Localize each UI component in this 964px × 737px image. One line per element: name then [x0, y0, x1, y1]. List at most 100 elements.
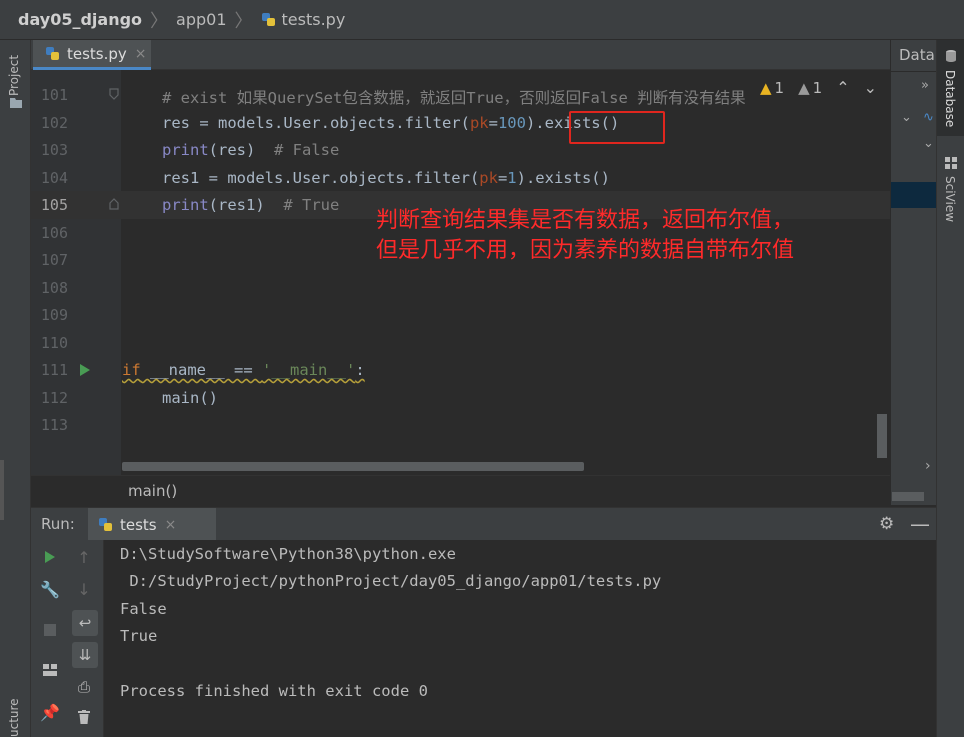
breadcrumb-project[interactable]: day05_django: [18, 10, 142, 29]
run-gutter-icon[interactable]: [78, 363, 92, 377]
soft-wrap-icon[interactable]: ↩: [72, 610, 98, 636]
run-label: Run:: [41, 515, 75, 533]
code-line-102: res = models.User.objects.filter(pk=100)…: [162, 114, 619, 132]
wrench-icon[interactable]: 🔧: [40, 580, 60, 599]
python-file-icon: [45, 46, 61, 62]
code-text: (res1): [208, 196, 284, 214]
line-number: 103: [40, 141, 68, 159]
line-number: 105: [40, 196, 68, 214]
print-icon[interactable]: ⎙: [75, 678, 93, 696]
number-literal: 100: [497, 114, 526, 132]
run-toolbar: ↑ 🔧 ↓ ↩ ⇊ ⎙ 📌: [31, 540, 104, 737]
code-breadcrumb: main(): [31, 475, 890, 505]
code-line-103: print(res) # False: [162, 141, 339, 159]
line-number: 109: [40, 306, 68, 324]
console-output[interactable]: D:\StudySoftware\Python38\python.exe D:/…: [104, 540, 936, 737]
code-line-111: if __name__ == '__main__':: [122, 361, 365, 379]
fold-marker-icon[interactable]: [108, 197, 120, 211]
layout-icon[interactable]: [41, 661, 59, 679]
sciview-icon: [944, 156, 958, 170]
database-icon: [944, 48, 958, 64]
line-number: 111: [40, 361, 68, 379]
comment-exist: # exist 如果QuerySet包含数据，就返回True，否则返回False…: [162, 89, 746, 107]
fold-marker-icon[interactable]: [108, 87, 120, 101]
line-number: 110: [40, 334, 68, 352]
line-number: 101: [40, 86, 68, 104]
structure-tool-window-button[interactable]: ucture: [7, 698, 21, 737]
comment: # False: [274, 141, 340, 159]
breadcrumb-separator-icon: 〉: [150, 10, 169, 32]
weak-warning-count[interactable]: ▲ 1: [798, 79, 822, 97]
datasource-icon: ∿: [923, 110, 934, 125]
database-tool-window-button[interactable]: Database: [943, 70, 957, 134]
database-panel-title: Datab: [899, 46, 936, 64]
console-line: Process finished with exit code 0: [120, 682, 428, 700]
tab-label: tests.py: [67, 44, 127, 63]
trash-icon[interactable]: [75, 708, 93, 726]
ide-window: day05_django 〉 app01 〉 tests.py Project …: [0, 0, 964, 737]
left-tool-strip: Project ucture: [0, 40, 31, 737]
run-tab-tests[interactable]: tests ×: [88, 508, 216, 541]
breadcrumb-file[interactable]: tests.py: [282, 10, 346, 29]
keyword-argument: pk: [469, 114, 489, 132]
annotation-note: 判断查询结果集是否有数据，返回布尔值， 但是几乎不用，因为素养的数据自带布尔值: [376, 206, 794, 266]
line-number: 107: [40, 251, 68, 269]
python-file-icon: [261, 12, 277, 28]
chevron-down-icon[interactable]: ⌄: [901, 110, 912, 125]
line-number: 102: [40, 114, 68, 132]
db-panel-scrollbar[interactable]: [892, 492, 924, 501]
expand-icon[interactable]: »: [921, 78, 929, 93]
splitter-handle[interactable]: [0, 460, 4, 520]
tab-tests-py[interactable]: tests.py ×: [33, 40, 151, 70]
scroll-to-end-icon[interactable]: ⇊: [72, 642, 98, 668]
gear-icon[interactable]: ⚙: [879, 514, 894, 534]
code-text: __name__ ==: [140, 361, 262, 379]
run-panel-header: Run: tests × ⚙ —: [31, 507, 936, 541]
console-line: True: [120, 627, 158, 645]
breadcrumb-folder[interactable]: app01: [176, 10, 226, 29]
stop-icon[interactable]: [41, 621, 59, 639]
python-file-icon: [98, 517, 114, 533]
warning-count[interactable]: ▲ 1: [760, 79, 784, 97]
editor-tab-bar: tests.py ×: [31, 40, 890, 70]
keyword-if: if: [122, 361, 141, 379]
code-text: main(): [162, 389, 218, 407]
string-literal: '__main__': [262, 361, 356, 379]
inspection-widget[interactable]: ▲ 1 ▲ 1 ⌃ ⌄: [760, 78, 877, 97]
selected-tree-node[interactable]: [891, 182, 936, 208]
weak-warning-icon: ▲: [798, 78, 810, 97]
code-text: res = models.User.objects.filter(: [162, 114, 470, 132]
weak-warning-count-label: 1: [812, 78, 823, 97]
console-line: D:/StudyProject/pythonProject/day05_djan…: [120, 572, 662, 590]
up-arrow-icon[interactable]: ↑: [75, 548, 93, 567]
line-number: 108: [40, 279, 68, 297]
sciview-tool-window-button[interactable]: SciView: [943, 176, 957, 228]
number-literal: 1: [507, 169, 517, 187]
chevron-down-icon[interactable]: ⌄: [923, 136, 934, 151]
highlight-box: [569, 111, 665, 144]
previous-highlight-icon[interactable]: ⌃: [836, 78, 849, 97]
warning-count-label: 1: [774, 78, 785, 97]
code-line-112: main(): [162, 389, 218, 407]
right-tool-strip: Database SciView: [936, 40, 964, 737]
chevron-right-icon[interactable]: ›: [925, 458, 931, 474]
code-text: res1 = models.User.objects.filter(: [162, 169, 480, 187]
next-highlight-icon[interactable]: ⌄: [864, 78, 877, 97]
annotation-line-2: 但是几乎不用，因为素养的数据自带布尔值: [376, 238, 795, 263]
close-tab-icon[interactable]: ×: [135, 46, 147, 62]
pin-icon[interactable]: 📌: [40, 703, 60, 722]
close-run-tab-icon[interactable]: ×: [165, 517, 177, 533]
minimize-icon[interactable]: —: [910, 512, 930, 536]
run-tab-label: tests: [120, 515, 157, 534]
code-line-101: # exist 如果QuerySet包含数据，就返回True，否则返回False…: [162, 86, 746, 108]
comment: # True: [283, 196, 340, 214]
horizontal-scrollbar[interactable]: [122, 462, 584, 471]
down-arrow-icon[interactable]: ↓: [75, 580, 93, 599]
folder-icon: [9, 96, 23, 108]
function-breadcrumb[interactable]: main(): [128, 482, 177, 500]
keyword-argument: pk: [479, 169, 498, 187]
builtin-print: print: [162, 196, 209, 214]
rerun-icon[interactable]: [41, 548, 59, 566]
project-tool-window-button[interactable]: Project: [7, 44, 21, 96]
vertical-scrollbar[interactable]: [877, 414, 887, 458]
